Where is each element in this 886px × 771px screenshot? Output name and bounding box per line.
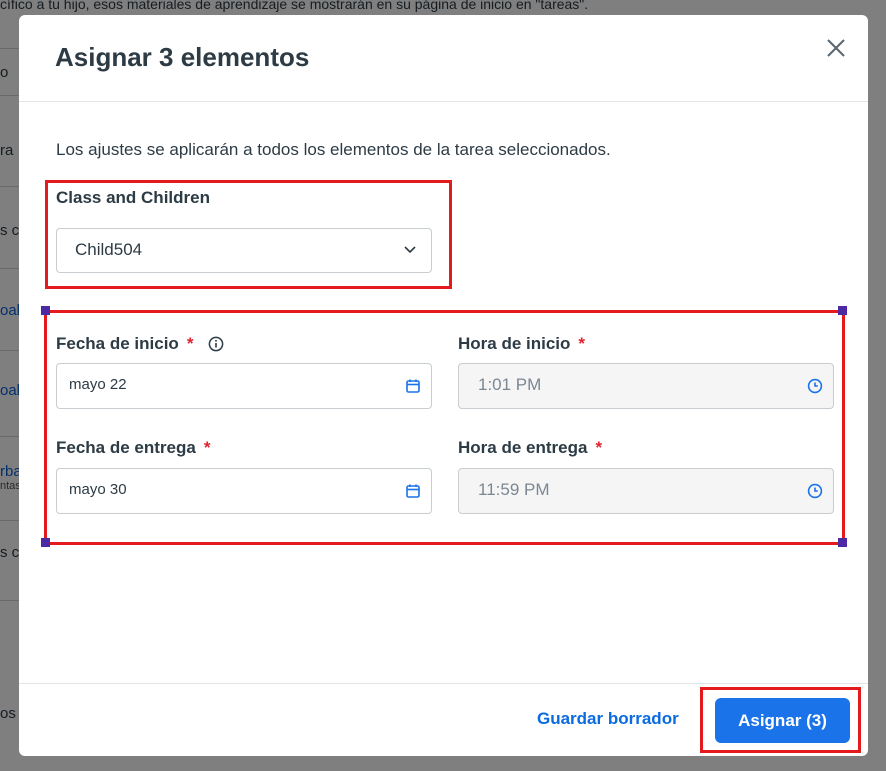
start-date-value: mayo 22 bbox=[69, 376, 127, 393]
start-date-label-text: Fecha de inicio bbox=[56, 334, 179, 353]
class-select[interactable]: Child504 bbox=[56, 228, 432, 273]
calendar-icon[interactable] bbox=[405, 378, 421, 394]
header-divider bbox=[19, 101, 868, 102]
close-icon bbox=[827, 39, 845, 57]
clock-icon[interactable] bbox=[807, 483, 823, 499]
due-date-label: Fecha de entrega * bbox=[56, 438, 210, 458]
due-date-input[interactable]: mayo 30 bbox=[56, 468, 432, 514]
assign-button[interactable]: Asignar (3) bbox=[715, 698, 850, 743]
annotation-handle bbox=[41, 538, 50, 547]
due-time-label: Hora de entrega * bbox=[458, 438, 602, 458]
clock-icon[interactable] bbox=[807, 378, 823, 394]
assign-modal: Asignar 3 elementos Los ajustes se aplic… bbox=[19, 15, 868, 756]
due-time-label-text: Hora de entrega bbox=[458, 438, 588, 457]
footer-divider bbox=[19, 683, 868, 684]
start-time-input[interactable]: 1:01 PM bbox=[458, 363, 834, 409]
required-marker: * bbox=[578, 334, 586, 353]
due-date-value: mayo 30 bbox=[69, 481, 127, 498]
start-time-value: 1:01 PM bbox=[478, 375, 542, 394]
calendar-icon[interactable] bbox=[405, 483, 421, 499]
class-label: Class and Children bbox=[56, 188, 210, 207]
start-date-label: Fecha de inicio * bbox=[56, 334, 224, 354]
info-icon[interactable] bbox=[208, 336, 224, 352]
save-draft-button[interactable]: Guardar borrador bbox=[537, 709, 679, 729]
start-time-label-text: Hora de inicio bbox=[458, 334, 571, 353]
due-date-label-text: Fecha de entrega bbox=[56, 438, 196, 457]
start-date-input[interactable]: mayo 22 bbox=[56, 363, 432, 409]
annotation-handle bbox=[41, 306, 50, 315]
close-button[interactable] bbox=[822, 34, 850, 62]
due-time-input[interactable]: 11:59 PM bbox=[458, 468, 834, 514]
chevron-down-icon bbox=[404, 246, 416, 254]
required-marker: * bbox=[203, 438, 211, 457]
class-select-value: Child504 bbox=[75, 240, 143, 259]
required-marker: * bbox=[595, 438, 603, 457]
annotation-handle bbox=[838, 538, 847, 547]
due-time-value: 11:59 PM bbox=[478, 480, 550, 499]
start-time-label: Hora de inicio * bbox=[458, 334, 585, 354]
modal-title: Asignar 3 elementos bbox=[55, 42, 310, 72]
required-marker: * bbox=[186, 334, 194, 353]
annotation-handle bbox=[838, 306, 847, 315]
intro-text: Los ajustes se aplicarán a todos los ele… bbox=[56, 140, 611, 159]
